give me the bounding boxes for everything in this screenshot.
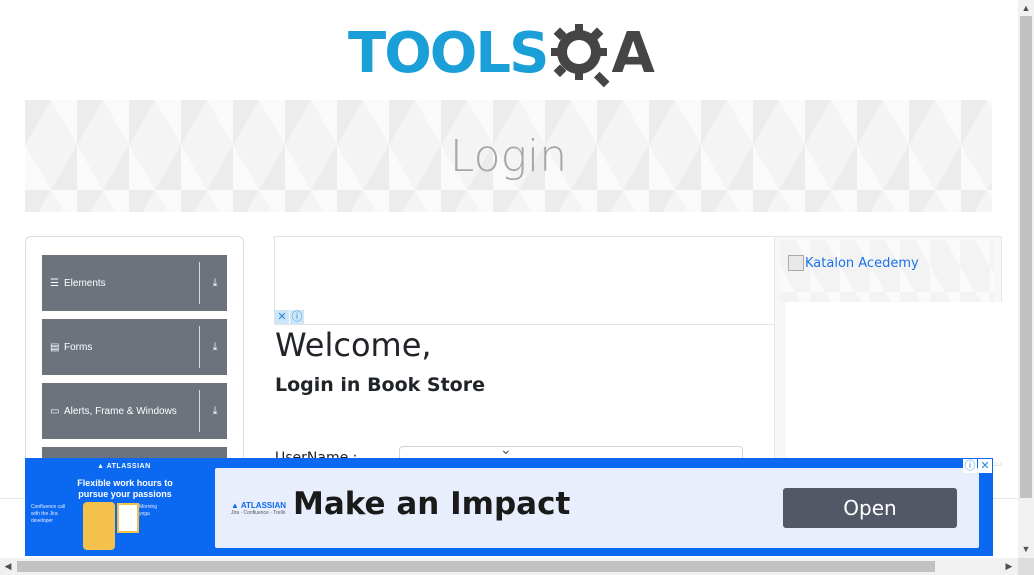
right-ad-header [780, 240, 994, 302]
ad-choices[interactable]: ✕ ⓘ [275, 310, 305, 324]
divider [199, 390, 200, 432]
scrollbar-corner [1018, 558, 1034, 575]
download-arrow-icon: ⤓ [212, 276, 218, 289]
vertical-scrollbar[interactable]: ▲ ▼ [1018, 0, 1034, 558]
ad-open-button[interactable]: Open [783, 488, 957, 528]
sidebar-group-alerts[interactable]: ▭ Alerts, Frame & Windows ⤓ [42, 383, 227, 439]
sidebar-group-elements[interactable]: ☰ Elements ⤓ [42, 255, 227, 311]
ad-slot-top[interactable] [274, 236, 774, 325]
ad-info-icon[interactable]: ⓘ [290, 310, 304, 324]
ad-message: Flexible work hours to pursue your passi… [77, 478, 173, 499]
ad-creative: ▲ ATLASSIAN Flexible work hours to pursu… [25, 458, 215, 556]
katalon-academy-link[interactable]: Katalon Acedemy [788, 255, 919, 271]
download-arrow-icon: ⤓ [212, 404, 218, 417]
window-icon: ▭ [50, 405, 60, 417]
atlassian-logo-text: ▲ ATLASSIAN [231, 501, 287, 510]
login-subtitle: Login in Book Store [275, 374, 485, 396]
atlassian-products: Jira · Confluence · Trello [231, 510, 286, 516]
divider [199, 262, 200, 304]
sidebar-group-forms[interactable]: ▤ Forms ⤓ [42, 319, 227, 375]
site-logo[interactable]: TOOLS A [348, 16, 678, 92]
ad-caption-left: Confluence call with the Jira developer [31, 504, 66, 524]
broken-image-icon [788, 255, 804, 271]
page-title: Login [449, 130, 568, 182]
document-icon: ▤ [50, 341, 60, 353]
scroll-up-arrow-icon[interactable]: ▲ [1018, 0, 1034, 16]
ad-caption-right: Morning yoga [139, 504, 158, 517]
welcome-heading: Welcome, [275, 326, 432, 364]
logo-letter-a: A [611, 21, 655, 86]
page-banner: Login [25, 100, 992, 212]
atlassian-brand: ▲ ATLASSIAN [97, 463, 151, 470]
bottom-ad-banner[interactable]: ▲ ATLASSIAN Flexible work hours to pursu… [25, 458, 993, 556]
download-arrow-icon: ⤓ [212, 340, 218, 353]
ad-choices-bottom[interactable]: ⓘ ✕ [962, 459, 992, 473]
katalon-academy-text: Katalon Acedemy [805, 255, 919, 271]
ad-close-icon[interactable]: ✕ [978, 459, 992, 473]
gear-magnifier-icon [551, 24, 610, 88]
person-photo [83, 502, 115, 550]
horizontal-scroll-thumb[interactable] [17, 561, 935, 572]
ad-headline: Make an Impact [293, 486, 571, 522]
scroll-right-arrow-icon[interactable]: ▶ [1001, 558, 1017, 575]
sidebar-group-label: Alerts, Frame & Windows [64, 405, 177, 417]
sidebar-group-label: Forms [64, 341, 93, 353]
vertical-scroll-thumb[interactable] [1020, 16, 1032, 498]
right-ad-body [786, 302, 1006, 462]
scroll-down-arrow-icon[interactable]: ▼ [1018, 541, 1034, 557]
chevron-down-icon[interactable]: ⌄ [500, 441, 512, 458]
ad-info-icon[interactable]: ⓘ [963, 459, 977, 473]
sidebar-group-label: Elements [64, 277, 106, 289]
ad-close-icon[interactable]: ✕ [275, 310, 289, 324]
person-photo-small [117, 503, 139, 533]
divider [199, 326, 200, 368]
atlassian-logo: ▲ ATLASSIAN Jira · Confluence · Trello [231, 501, 286, 516]
scroll-left-arrow-icon[interactable]: ◀ [0, 558, 16, 575]
horizontal-scrollbar[interactable]: ◀ ▶ [0, 558, 1018, 575]
ad-content-panel: ▲ ATLASSIAN Jira · Confluence · Trello M… [215, 468, 979, 548]
logo-text: TOOLS [348, 21, 549, 86]
hamburger-icon: ☰ [50, 277, 59, 289]
